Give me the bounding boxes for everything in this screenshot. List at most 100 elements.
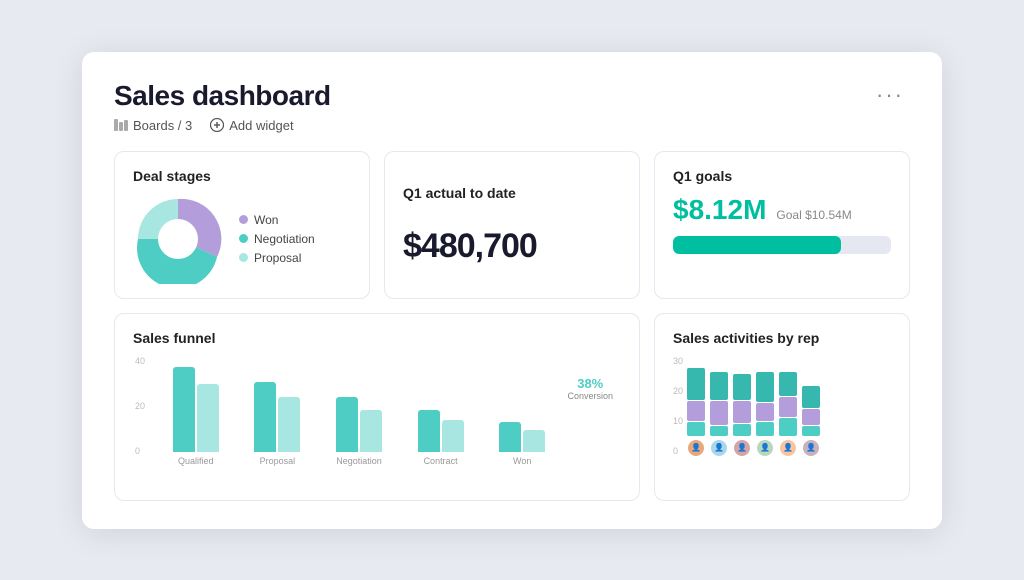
rep-5-bars: [779, 372, 797, 436]
r5-bar3: [779, 372, 797, 396]
deal-stages-card: Deal stages: [114, 151, 370, 299]
legend-item-proposal: Proposal: [239, 251, 315, 265]
add-widget-button[interactable]: Add widget: [210, 118, 293, 133]
q1-actual-title: Q1 actual to date: [403, 185, 516, 201]
deal-stages-content: Won Negotiation Proposal: [133, 194, 351, 284]
rep-6-group: 👤: [802, 386, 820, 456]
bar-group-contract: Contract: [402, 410, 480, 466]
rep-3-bars: [733, 374, 751, 436]
rep-2-bars: [710, 372, 728, 436]
stacked-bars-container: 👤 👤: [687, 356, 820, 456]
goals-target: Goal $10.54M: [776, 208, 851, 222]
act-y-0: 0: [673, 446, 683, 456]
sales-activities-title: Sales activities by rep: [673, 330, 891, 346]
rep-5-avatar: 👤: [780, 440, 796, 456]
r5-bar2: [779, 397, 797, 417]
conversion-sub: Conversion: [567, 391, 613, 401]
sales-activities-card: Sales activities by rep 0 10 20 30: [654, 313, 910, 501]
pie-chart: [133, 194, 223, 284]
q1-goals-title: Q1 goals: [673, 168, 891, 184]
won-label: Won: [254, 213, 278, 227]
rep-6-bars: [802, 386, 820, 436]
rep-4-avatar: 👤: [757, 440, 773, 456]
rep-2-avatar: 👤: [711, 440, 727, 456]
q1-actual-card: Q1 actual to date $480,700: [384, 151, 640, 299]
rep-1-avatar: 👤: [688, 440, 704, 456]
rep-3-avatar: 👤: [734, 440, 750, 456]
deal-stages-title: Deal stages: [133, 168, 351, 184]
won-label: Won: [513, 456, 531, 466]
won-bar-teal: [499, 422, 521, 452]
qualified-bar-teal: [173, 367, 195, 452]
proposal-dot: [239, 253, 248, 262]
bar-group-won: Won: [483, 422, 561, 466]
act-y-10: 10: [673, 416, 683, 426]
r6-bar2: [802, 409, 820, 425]
r4-bar1: [756, 422, 774, 436]
r5-bar1: [779, 418, 797, 436]
funnel-chart-area: Qualified Proposal N: [133, 356, 621, 486]
r4-bar2: [756, 403, 774, 421]
r2-bar2: [710, 401, 728, 425]
qualified-label: Qualified: [178, 456, 214, 466]
y-label-40: 40: [135, 356, 145, 366]
negotiation-bar-light: [360, 410, 382, 452]
y-label-20: 20: [135, 401, 145, 411]
boards-link[interactable]: Boards / 3: [114, 118, 192, 133]
goals-main: $8.12M Goal $10.54M: [673, 194, 891, 226]
main-window: Sales dashboard ··· Boards / 3 Add widge…: [82, 52, 942, 529]
negotiation-bar-teal: [336, 397, 358, 452]
bar-group-qualified: Qualified: [157, 367, 235, 466]
activities-chart: 0 10 20 30 👤: [673, 356, 891, 486]
contract-label: Contract: [424, 456, 458, 466]
conversion-pct: 38%: [567, 376, 613, 391]
rep-6-avatar: 👤: [803, 440, 819, 456]
proposal-bar-light: [278, 397, 300, 452]
won-dot: [239, 215, 248, 224]
r1-bar3: [687, 368, 705, 400]
r2-bar3: [710, 372, 728, 400]
board-icon: [114, 119, 128, 131]
boards-label: Boards / 3: [133, 118, 192, 133]
rep-1-group: 👤: [687, 368, 705, 456]
y-axis: 0 20 40: [135, 356, 145, 456]
window-header: Sales dashboard ···: [114, 80, 910, 112]
r4-bar3: [756, 372, 774, 402]
won-bar-light: [523, 430, 545, 452]
qualified-bar-light: [197, 384, 219, 452]
q1-goals-card: Q1 goals $8.12M Goal $10.54M: [654, 151, 910, 299]
rep-1-bars: [687, 368, 705, 436]
add-widget-label: Add widget: [229, 118, 293, 133]
sales-funnel-card: Sales funnel Qualified: [114, 313, 640, 501]
goals-value: $8.12M: [673, 194, 766, 226]
rep-3-group: 👤: [733, 374, 751, 456]
funnel-conversion: 38% Conversion: [567, 376, 613, 401]
r1-bar1: [687, 422, 705, 436]
more-options-button[interactable]: ···: [870, 80, 910, 110]
progress-bar-bg: [673, 236, 891, 254]
negotiation-label: Negotiation: [336, 456, 382, 466]
act-y-30: 30: [673, 356, 683, 366]
toolbar: Boards / 3 Add widget: [114, 118, 910, 133]
rep-4-bars: [756, 372, 774, 436]
r2-bar1: [710, 426, 728, 436]
page-title: Sales dashboard: [114, 80, 331, 112]
r6-bar1: [802, 426, 820, 436]
rep-2-group: 👤: [710, 372, 728, 456]
r3-bar2: [733, 401, 751, 423]
y-label-0: 0: [135, 446, 145, 456]
contract-bar-teal: [418, 410, 440, 452]
legend-item-won: Won: [239, 213, 315, 227]
bar-group-proposal: Proposal: [239, 382, 317, 466]
q1-actual-value: $480,700: [403, 227, 537, 266]
dashboard-grid: Deal stages: [114, 151, 910, 501]
bar-group-negotiation: Negotiation: [320, 397, 398, 466]
deal-stages-legend: Won Negotiation Proposal: [239, 213, 315, 265]
r3-bar3: [733, 374, 751, 400]
proposal-label: Proposal: [254, 251, 301, 265]
r3-bar1: [733, 424, 751, 436]
legend-item-negotiation: Negotiation: [239, 232, 315, 246]
act-y-20: 20: [673, 386, 683, 396]
rep-4-group: 👤: [756, 372, 774, 456]
sales-funnel-title: Sales funnel: [133, 330, 621, 346]
